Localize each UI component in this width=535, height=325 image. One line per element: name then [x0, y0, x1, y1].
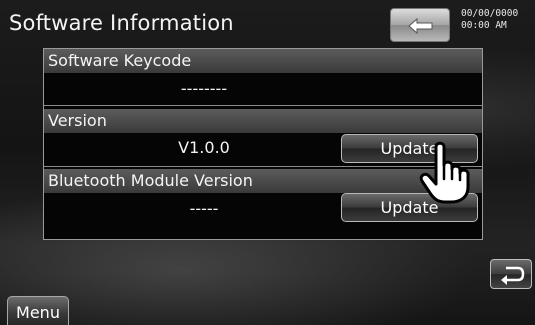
version-label-bar: Version [44, 109, 482, 133]
screen: Software Information 00/00/0000 00:00 AM… [0, 0, 535, 325]
hand-pointer-icon [419, 141, 470, 204]
keycode-label-bar: Software Keycode [44, 49, 482, 73]
return-button[interactable] [490, 259, 532, 289]
version-label: Version [48, 111, 107, 130]
clock: 00/00/0000 00:00 AM [461, 8, 518, 32]
bluetooth-label: Bluetooth Module Version [48, 171, 253, 190]
keycode-label: Software Keycode [48, 51, 192, 70]
page-title: Software Information [9, 11, 234, 35]
version-value: V1.0.0 [178, 138, 230, 157]
keycode-divider [44, 105, 482, 106]
return-arrow-icon [501, 266, 525, 285]
menu-button[interactable]: Menu [7, 296, 69, 325]
bluetooth-value: ----- [189, 199, 219, 218]
clock-date: 00/00/0000 [461, 8, 519, 19]
keycode-value: -------- [180, 79, 228, 98]
version-divider [44, 166, 482, 167]
back-button[interactable] [390, 8, 450, 42]
clock-time: 00:00 AM [461, 20, 507, 31]
info-panel: Software Keycode -------- Version V1.0.0… [43, 48, 483, 240]
bluetooth-label-bar: Bluetooth Module Version [44, 169, 482, 193]
back-arrow-icon [408, 17, 433, 35]
